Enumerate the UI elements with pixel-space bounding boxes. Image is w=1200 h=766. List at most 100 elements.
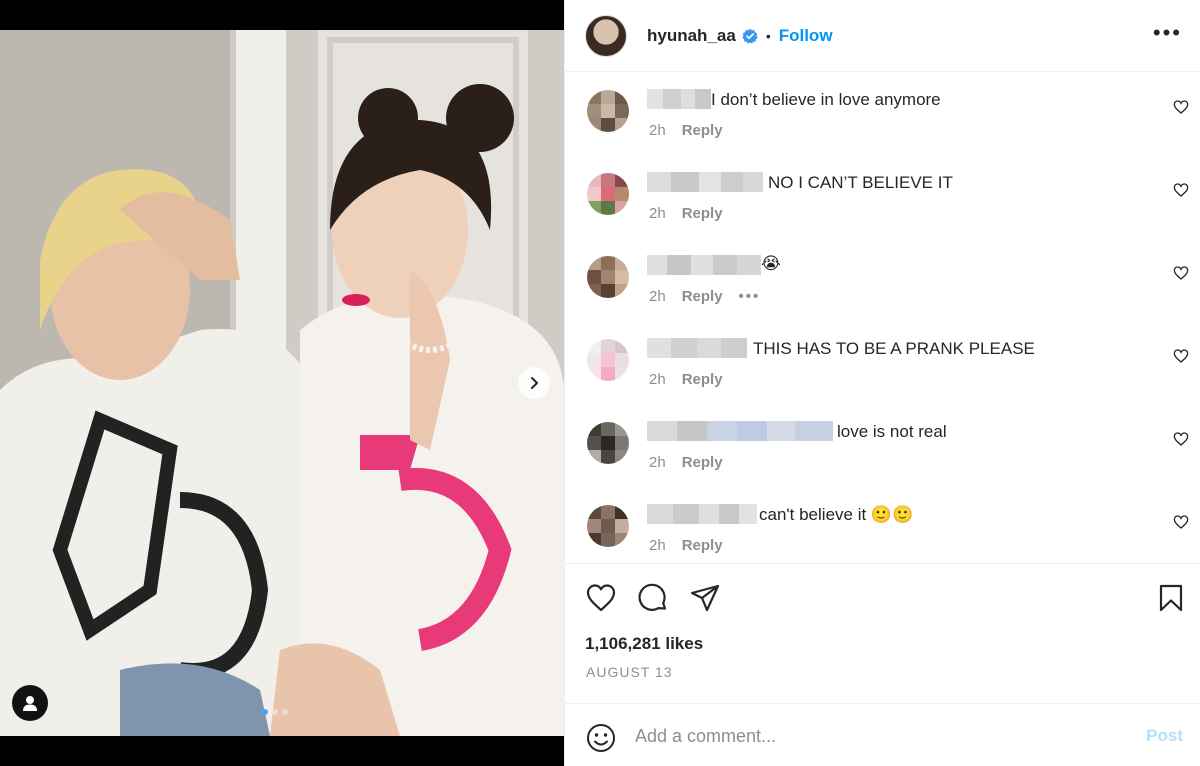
comment-text: NO I CAN’T BELIEVE IT — [768, 173, 953, 192]
commenter-avatar[interactable] — [587, 90, 629, 132]
avatar-pixel — [615, 256, 629, 270]
comment-composer: Post — [565, 703, 1200, 766]
avatar-pixel — [587, 173, 601, 187]
avatar-pixel — [615, 353, 629, 367]
avatar-pixel — [615, 284, 629, 298]
avatar-pixel — [587, 339, 601, 353]
like-comment-heart-icon[interactable] — [1173, 348, 1189, 364]
photo-illustration — [0, 30, 564, 736]
avatar-pixel — [615, 519, 629, 533]
avatar-pixel — [601, 533, 615, 547]
comments-list[interactable]: I don’t believe in love anymore 2h Reply… — [565, 73, 1200, 563]
comment-item: NO I CAN’T BELIEVE IT 2h Reply — [565, 156, 1200, 239]
avatar-pixel — [587, 505, 601, 519]
tagged-users-button[interactable] — [12, 685, 48, 721]
commenter-avatar[interactable] — [587, 256, 629, 298]
action-buttons — [585, 582, 721, 614]
post-side-panel: hyunah_aa • Follow ••• I don’t believe i… — [564, 0, 1200, 766]
post-actions-section: 1,106,281 likes AUGUST 13 — [565, 563, 1200, 703]
avatar-pixel — [615, 422, 629, 436]
commenter-avatar[interactable] — [587, 339, 629, 381]
like-comment-heart-icon[interactable] — [1173, 514, 1189, 530]
author-avatar[interactable] — [585, 14, 627, 57]
avatar-pixel — [587, 284, 601, 298]
commenter-username-blurred[interactable] — [647, 255, 761, 275]
carousel-next-button[interactable] — [518, 367, 550, 399]
avatar-pixel — [601, 450, 615, 464]
avatar-pixel — [615, 339, 629, 353]
avatar-pixel — [587, 353, 601, 367]
avatar-pixel — [615, 118, 629, 132]
comment-item: THIS HAS TO BE A PRANK PLEASE 2h Reply — [565, 322, 1200, 405]
comment-meta: 2h Reply — [649, 122, 723, 139]
avatar-pixel — [601, 422, 615, 436]
avatar-pixel — [615, 90, 629, 104]
author-username[interactable]: hyunah_aa — [647, 26, 736, 46]
commenter-username-blurred[interactable] — [647, 421, 833, 441]
user-icon — [23, 696, 37, 711]
avatar-pixel — [587, 256, 601, 270]
comment-time: 2h — [649, 454, 666, 471]
carousel-dots — [262, 709, 288, 715]
commenter-avatar[interactable] — [587, 173, 629, 215]
like-comment-heart-icon[interactable] — [1173, 265, 1189, 281]
like-heart-icon[interactable] — [585, 582, 617, 614]
avatar-pixel — [615, 367, 629, 381]
bookmark-icon — [1159, 584, 1183, 612]
commenter-avatar[interactable] — [587, 505, 629, 547]
avatar-pixel — [587, 367, 601, 381]
verified-badge-icon — [742, 28, 758, 44]
comment-item: love is not real 2h Reply — [565, 405, 1200, 488]
comment-text: can't believe it 🙂🙂 — [759, 505, 914, 524]
comment-bubble-icon[interactable] — [637, 582, 669, 614]
avatar-pixel — [587, 519, 601, 533]
emoji-icon[interactable] — [585, 722, 617, 754]
commenter-username-blurred[interactable] — [647, 172, 763, 192]
reply-button[interactable]: Reply — [682, 288, 723, 305]
reply-button[interactable]: Reply — [682, 205, 723, 222]
reply-button[interactable]: Reply — [682, 122, 723, 139]
commenter-username-blurred[interactable] — [647, 504, 757, 524]
avatar-pixel — [601, 353, 615, 367]
save-post-button[interactable] — [1155, 582, 1187, 619]
commenter-avatar[interactable] — [587, 422, 629, 464]
comment-item: 😭 2h Reply ••• — [565, 239, 1200, 322]
comment-meta: 2h Reply ••• — [649, 288, 760, 305]
reply-button[interactable]: Reply — [682, 371, 723, 388]
follow-button[interactable]: Follow — [779, 26, 833, 46]
more-options-icon[interactable]: ••• — [1153, 22, 1182, 44]
avatar-pixel — [615, 104, 629, 118]
comment-time: 2h — [649, 122, 666, 139]
avatar-pixel — [587, 118, 601, 132]
avatar-pixel — [601, 505, 615, 519]
like-comment-heart-icon[interactable] — [1173, 99, 1189, 115]
commenter-username-blurred[interactable] — [647, 89, 711, 109]
avatar-pixel — [601, 519, 615, 533]
reply-button[interactable]: Reply — [682, 454, 723, 471]
like-comment-heart-icon[interactable] — [1173, 431, 1189, 447]
comment-options-icon[interactable]: ••• — [739, 288, 761, 305]
chevron-right-icon — [531, 377, 538, 389]
share-paper-plane-icon[interactable] — [689, 582, 721, 614]
reply-button[interactable]: Reply — [682, 537, 723, 554]
avatar-pixel — [601, 104, 615, 118]
avatar-pixel — [615, 505, 629, 519]
avatar-pixel — [587, 533, 601, 547]
comment-input[interactable] — [635, 721, 1105, 751]
avatar-pixel — [615, 533, 629, 547]
commenter-username-blurred[interactable] — [647, 338, 747, 358]
post-comment-button[interactable]: Post — [1146, 726, 1183, 746]
like-comment-heart-icon[interactable] — [1173, 182, 1189, 198]
post-photo[interactable] — [0, 30, 564, 736]
carousel-dot — [272, 709, 278, 715]
avatar-pixel — [601, 270, 615, 284]
comment-time: 2h — [649, 371, 666, 388]
avatar-pixel — [601, 187, 615, 201]
post-date[interactable]: AUGUST 13 — [586, 664, 673, 680]
likes-count[interactable]: 1,106,281 likes — [585, 634, 703, 654]
avatar-pixel — [601, 436, 615, 450]
comment-time: 2h — [649, 205, 666, 222]
avatar-pixel — [615, 436, 629, 450]
comment-meta: 2h Reply — [649, 371, 723, 388]
carousel-dot — [282, 709, 288, 715]
